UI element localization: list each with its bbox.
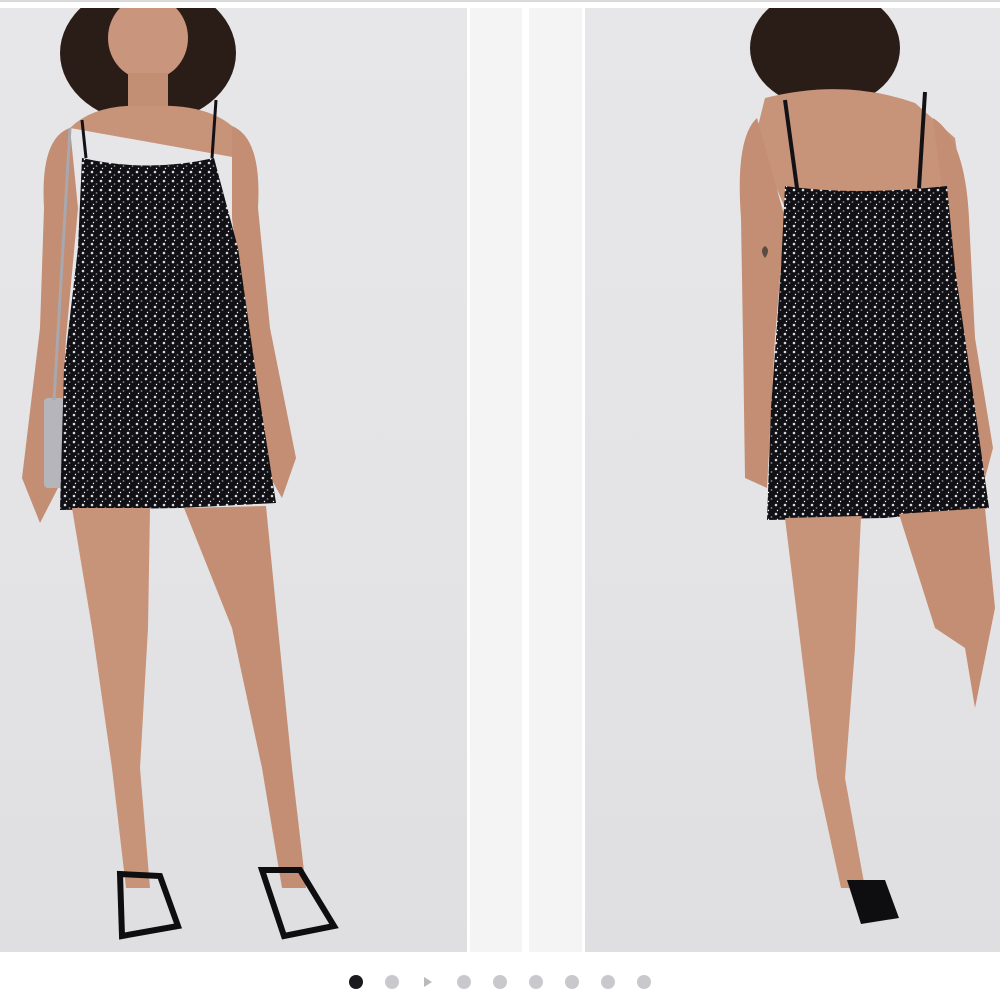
pagination-dot-7[interactable] <box>565 975 579 989</box>
model-front-illustration <box>22 8 339 940</box>
pagination-dot-2[interactable] <box>385 975 399 989</box>
product-image-front[interactable] <box>0 8 467 952</box>
product-image-back[interactable] <box>585 8 1000 952</box>
next-image-peek[interactable] <box>470 8 522 952</box>
next-image-peek-2[interactable] <box>529 8 582 952</box>
pagination-dot-8[interactable] <box>601 975 615 989</box>
product-image-carousel <box>0 0 1000 1002</box>
pagination-dot-9[interactable] <box>637 975 651 989</box>
pagination-dot-6[interactable] <box>529 975 543 989</box>
pagination-dot-1[interactable] <box>349 975 363 989</box>
model-back-illustration <box>739 8 995 924</box>
video-play-icon[interactable] <box>424 977 432 987</box>
carousel-pagination <box>0 962 1000 1002</box>
pagination-dot-5[interactable] <box>493 975 507 989</box>
pagination-dot-4[interactable] <box>457 975 471 989</box>
